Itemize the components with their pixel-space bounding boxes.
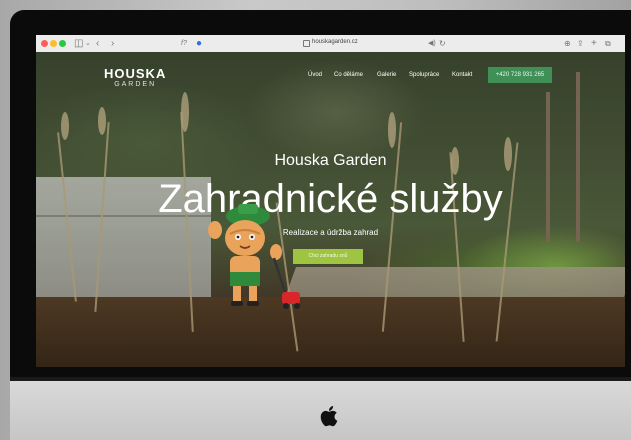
nav-link-home[interactable]: Úvod: [308, 72, 322, 78]
phone-button[interactable]: +420 728 931 265: [488, 67, 552, 83]
apple-logo-icon: [320, 406, 338, 427]
download-icon[interactable]: ⊕: [564, 37, 571, 50]
hero-eyebrow: Houska Garden: [274, 152, 387, 169]
back-button[interactable]: ‹: [96, 37, 99, 50]
nav-link-services[interactable]: Co děláme: [334, 72, 363, 78]
forward-button[interactable]: ›: [111, 37, 114, 50]
sidebar-icon[interactable]: ◫: [74, 37, 83, 50]
new-tab-icon[interactable]: +: [591, 37, 597, 50]
browser-toolbar: ◫ ⌄ ‹ › f? ● houskagarden.cz ◀) ↻ ⊕ ⇪ + …: [36, 35, 625, 53]
logo-tagline: GARDEN: [114, 81, 157, 88]
tab-overview-icon[interactable]: ⧉: [605, 37, 611, 50]
zoom-window-button[interactable]: [59, 40, 66, 47]
address-bar[interactable]: houskagarden.cz: [312, 39, 358, 45]
cta-button[interactable]: Chci zahradu snů: [293, 249, 363, 264]
nav-link-cooperation[interactable]: Spolupráce: [409, 72, 439, 78]
reload-icon[interactable]: ↻: [439, 37, 446, 50]
bun-gardener-mascot: [208, 204, 300, 309]
logo-wordmark: HOUSKA: [104, 66, 167, 81]
close-window-button[interactable]: [41, 40, 48, 47]
privacy-extension-icon[interactable]: ●: [196, 37, 202, 50]
nav-link-contact[interactable]: Kontakt: [452, 72, 472, 78]
lock-icon: [303, 40, 310, 47]
hero-title: Zahradnické služby: [158, 177, 503, 221]
site-logo[interactable]: HOUSKA GARDEN: [104, 67, 166, 89]
minimize-window-button[interactable]: [50, 40, 57, 47]
browser-window: ◫ ⌄ ‹ › f? ● houskagarden.cz ◀) ↻ ⊕ ⇪ + …: [36, 35, 625, 367]
hero-section: HOUSKA GARDEN Úvod Co děláme Galerie Spo…: [36, 52, 625, 367]
hero-subtitle: Realizace a údržba zahrad: [282, 228, 379, 237]
audio-icon[interactable]: ◀): [428, 37, 436, 50]
share-icon[interactable]: ⇪: [577, 37, 584, 50]
font-extension-icon[interactable]: f?: [181, 37, 187, 50]
nav-link-gallery[interactable]: Galerie: [377, 72, 396, 78]
chevron-down-icon[interactable]: ⌄: [85, 37, 91, 50]
